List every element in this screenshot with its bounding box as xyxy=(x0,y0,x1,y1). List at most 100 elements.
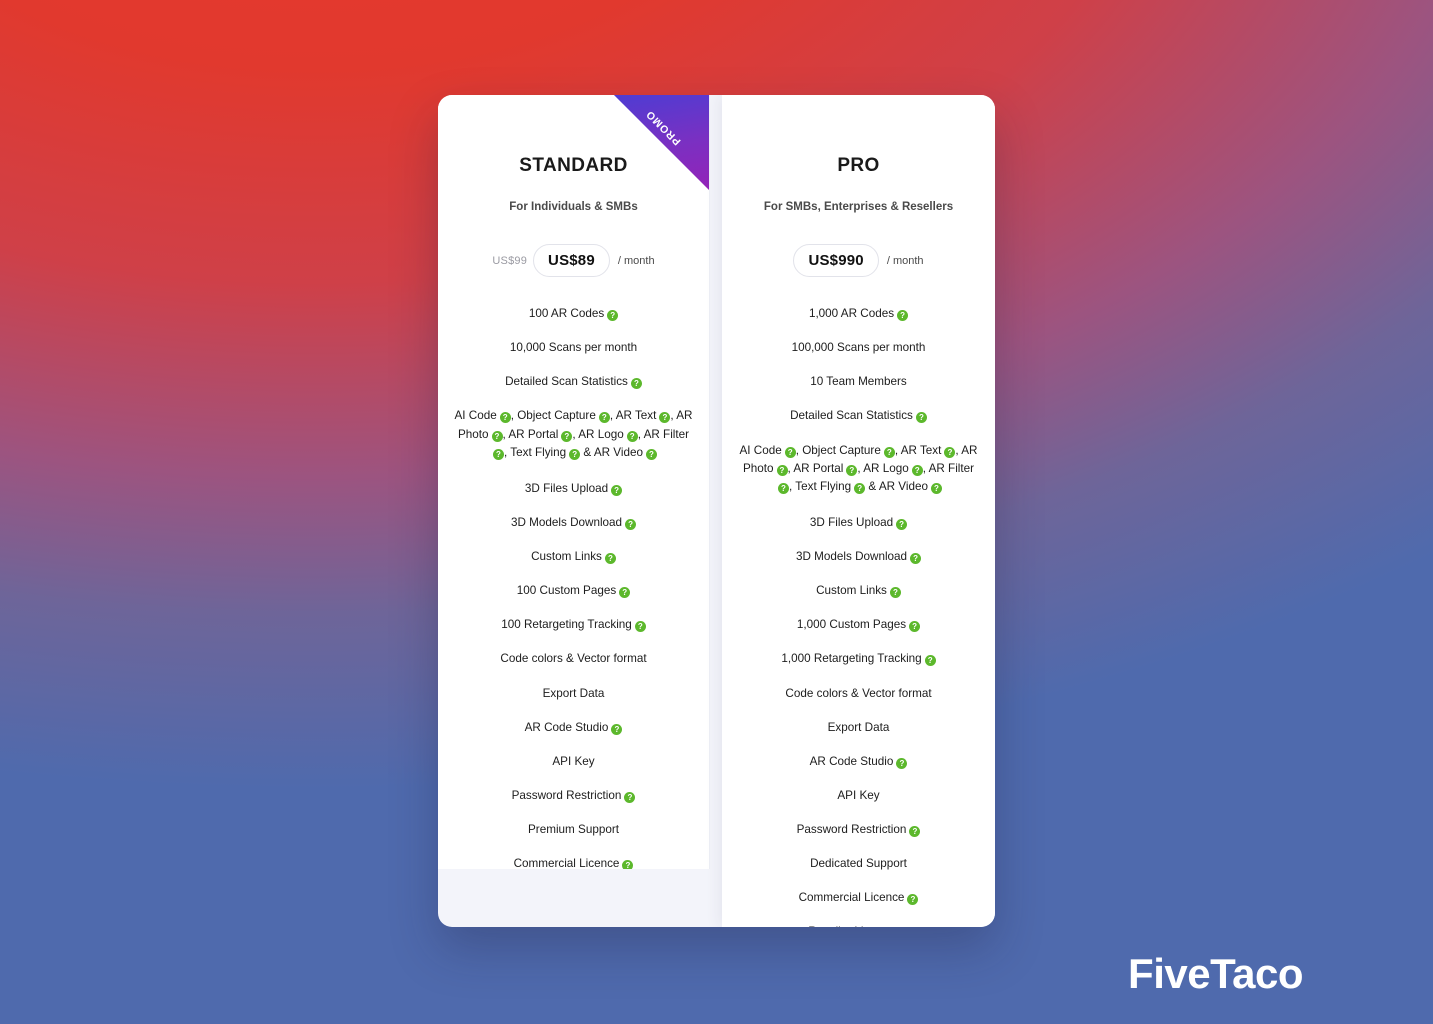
help-icon[interactable]: ? xyxy=(911,464,923,476)
feature-label: AR Portal xyxy=(793,461,844,475)
help-icon[interactable]: ? xyxy=(889,587,901,599)
help-icon[interactable]: ? xyxy=(624,791,636,803)
feature-label: API Key xyxy=(552,754,595,768)
feature-label: AR Video xyxy=(593,445,643,459)
feature-item: Export Data xyxy=(736,719,981,737)
plan-subtitle-pro: For SMBs, Enterprises & Resellers xyxy=(763,201,954,213)
help-icon[interactable]: ? xyxy=(630,378,642,390)
help-icon[interactable]: ? xyxy=(561,430,573,442)
feature-label: AI Code xyxy=(739,443,782,457)
feature-item: Password Restriction? xyxy=(736,821,981,839)
price-current-standard: US$89 xyxy=(533,244,610,277)
feature-label: 3D Models Download xyxy=(795,550,908,563)
feature-item: 3D Files Upload? xyxy=(736,514,981,532)
feature-item: Custom Links? xyxy=(736,582,981,600)
help-icon[interactable]: ? xyxy=(645,448,657,460)
help-icon[interactable]: ? xyxy=(499,412,511,424)
feature-item: 10,000 Scans per month xyxy=(452,339,695,357)
feature-label: AR Text xyxy=(615,409,657,423)
feature-item: 3D Models Download? xyxy=(452,514,695,532)
feature-label: 10 Team Members xyxy=(810,375,907,389)
feature-label: Export Data xyxy=(827,720,890,734)
pricing-card-standard: PROMO STANDARD For Individuals & SMBs US… xyxy=(438,95,710,869)
help-icon[interactable]: ? xyxy=(854,482,866,494)
feature-label: 100 Custom Pages xyxy=(516,584,617,598)
feature-item: 100 AR Codes? xyxy=(452,305,695,323)
help-icon[interactable]: ? xyxy=(607,310,619,321)
help-icon[interactable]: ? xyxy=(622,860,634,869)
plan-title-standard: STANDARD xyxy=(519,155,628,176)
price-current-pro: US$990 xyxy=(793,244,879,277)
feature-item: Premium Support xyxy=(452,821,695,839)
help-icon[interactable]: ? xyxy=(784,446,796,458)
help-icon[interactable]: ? xyxy=(776,464,788,476)
feature-item: 100,000 Scans per month xyxy=(736,339,981,357)
help-icon[interactable]: ? xyxy=(915,412,927,424)
help-icon[interactable]: ? xyxy=(909,621,921,633)
price-row-standard: US$99 US$89 / month xyxy=(452,244,695,277)
help-icon[interactable]: ? xyxy=(944,446,956,458)
feature-label: 3D Files Upload xyxy=(524,481,609,495)
feature-label: 3D Models Download xyxy=(510,515,623,529)
help-icon[interactable]: ? xyxy=(896,518,908,530)
feature-item: AR Code Studio? xyxy=(736,753,981,771)
help-icon[interactable]: ? xyxy=(907,894,919,906)
help-icon[interactable]: ? xyxy=(659,412,671,424)
feature-label: Password Restriction xyxy=(511,788,622,802)
feature-item: 3D Files Upload? xyxy=(452,480,695,498)
feature-label: Detailed Scan Statistics xyxy=(790,409,913,423)
help-icon[interactable]: ? xyxy=(493,448,504,460)
feature-item: Password Restriction? xyxy=(452,787,695,805)
feature-item: 1,000 Retargeting Tracking? xyxy=(736,650,981,668)
help-icon[interactable]: ? xyxy=(897,310,909,321)
feature-item: Export Data xyxy=(452,685,695,703)
feature-item: 1,000 Custom Pages? xyxy=(736,616,981,634)
help-icon[interactable]: ? xyxy=(883,446,895,458)
feature-label: Text Flying xyxy=(510,445,567,459)
help-icon[interactable]: ? xyxy=(604,553,616,564)
help-icon[interactable]: ? xyxy=(896,757,908,769)
feature-label: AR Portal xyxy=(508,427,559,441)
help-icon[interactable]: ? xyxy=(625,518,637,530)
feature-item: AR Code Studio? xyxy=(452,719,695,737)
feature-label: Object Capture xyxy=(802,443,881,457)
feature-label: Object Capture xyxy=(517,409,596,423)
feature-item: Code colors & Vector format xyxy=(736,685,981,703)
feature-list-pro: 1,000 AR Codes? 100,000 Scans per month 10… xyxy=(736,305,981,927)
feature-label: Reseller Licence xyxy=(808,925,894,927)
feature-item: Custom Links? xyxy=(452,548,695,566)
feature-label: Commercial Licence xyxy=(798,891,905,905)
feature-label: Export Data xyxy=(542,686,605,700)
feature-label: 3D Files Upload xyxy=(809,515,894,529)
help-icon[interactable]: ? xyxy=(619,587,631,599)
feature-item: API Key xyxy=(452,753,695,771)
help-icon[interactable]: ? xyxy=(778,482,789,494)
help-icon[interactable]: ? xyxy=(569,448,581,460)
plan-subtitle-standard: For Individuals & SMBs xyxy=(509,201,638,213)
help-icon[interactable]: ? xyxy=(491,430,503,442)
feature-label: Detailed Scan Statistics xyxy=(505,375,628,389)
help-icon[interactable]: ? xyxy=(611,723,623,735)
feature-item: Code colors & Vector format xyxy=(452,650,695,668)
help-icon[interactable]: ? xyxy=(924,655,936,667)
help-icon[interactable]: ? xyxy=(909,826,921,837)
feature-label: AR Video xyxy=(878,479,928,493)
feature-item: Dedicated Support xyxy=(736,855,981,873)
help-icon[interactable]: ? xyxy=(846,464,858,476)
help-icon[interactable]: ? xyxy=(634,621,646,633)
help-icon[interactable]: ? xyxy=(930,482,942,494)
help-icon[interactable]: ? xyxy=(611,484,623,496)
feature-item: Commercial Licence? xyxy=(736,889,981,907)
feature-label: 100 AR Codes xyxy=(528,307,605,320)
price-original-standard: US$99 xyxy=(492,254,528,267)
feature-label: Code colors & Vector format xyxy=(785,686,932,700)
feature-label: Custom Links xyxy=(816,584,887,598)
help-icon[interactable]: ? xyxy=(598,412,610,424)
feature-label: AR Logo xyxy=(863,461,909,475)
feature-item: AI Code?, Object Capture?, AR Text?, AR … xyxy=(739,443,978,494)
help-icon[interactable]: ? xyxy=(626,430,638,442)
plan-title-pro: PRO xyxy=(837,155,880,176)
feature-label: AR Filter xyxy=(928,461,975,475)
help-icon[interactable]: ? xyxy=(910,553,922,564)
feature-list-standard: 100 AR Codes? 10,000 Scans per month Detai… xyxy=(452,305,695,869)
